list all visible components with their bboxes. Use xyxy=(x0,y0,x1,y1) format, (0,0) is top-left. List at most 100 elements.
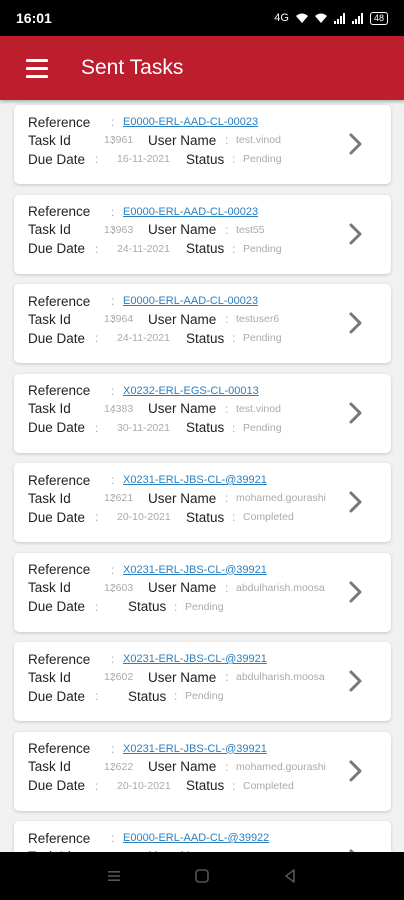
due-date-label: Due Date xyxy=(28,330,86,346)
chevron-right-icon[interactable] xyxy=(347,311,365,335)
task-card[interactable]: Reference: E0000-ERL-AAD-CL-00023 Task Id:… xyxy=(14,194,391,274)
colon: : xyxy=(232,778,236,793)
reference-link[interactable]: X0231-ERL-JBS-CL-@39921 xyxy=(123,564,267,576)
colon: : xyxy=(111,383,115,398)
task-list[interactable]: Reference: E0000-ERL-AAD-CL-00023 Task Id:… xyxy=(0,100,404,852)
colon: : xyxy=(225,759,229,774)
colon: : xyxy=(111,294,115,308)
reference-label: Reference xyxy=(28,472,91,488)
due-date-label: Due Date xyxy=(28,778,86,793)
status-value: Pending xyxy=(243,242,282,255)
colon: : xyxy=(232,152,236,166)
task-card[interactable]: Reference: E0000-ERL-AAD-CL-00023 Task Id:… xyxy=(14,284,391,363)
task-card[interactable]: Reference: X0232-ERL-EGS-CL-00013 Task Id:… xyxy=(14,373,391,453)
user-name-label: User Name xyxy=(148,311,217,327)
due-date-value: 24-11-2021 xyxy=(117,242,170,255)
signal-icon-2 xyxy=(351,12,363,24)
colon: : xyxy=(225,133,229,147)
task-card[interactable]: Reference: X0231-ERL-JBS-CL-@39921 Task Id… xyxy=(14,463,391,542)
status-value: Pending xyxy=(185,690,224,702)
user-name-value: mohamed.gourashi xyxy=(236,492,326,504)
signal-icon xyxy=(333,12,345,24)
status-label: Status xyxy=(186,151,225,167)
task-id-value: 12622 xyxy=(104,760,134,773)
due-date-label: Due Date xyxy=(28,509,86,525)
reference-link[interactable]: X0231-ERL-JBS-CL-@39921 xyxy=(123,743,267,755)
task-id-label: Task Id xyxy=(28,580,71,595)
hamburger-icon[interactable] xyxy=(10,36,64,100)
due-date-label: Due Date xyxy=(28,241,86,256)
reference-label: Reference xyxy=(28,114,91,130)
task-id-label: Task Id xyxy=(28,669,71,685)
colon: : xyxy=(111,652,115,666)
colon: : xyxy=(225,222,229,237)
reference-link[interactable]: X0231-ERL-JBS-CL-@39921 xyxy=(123,474,267,486)
user-name-value: abdulharish.moosa xyxy=(236,671,325,683)
task-id-value: 12621 xyxy=(104,492,134,504)
task-id-value: 13963 xyxy=(104,223,134,236)
task-id-label: Task Id xyxy=(28,401,71,416)
colon: : xyxy=(225,491,229,505)
colon: : xyxy=(95,599,99,614)
recents-icon[interactable] xyxy=(102,864,126,888)
colon: : xyxy=(174,689,178,703)
chevron-right-icon[interactable] xyxy=(347,669,365,693)
home-icon[interactable] xyxy=(190,864,214,888)
user-name-value: test.vinod xyxy=(236,402,281,415)
user-name-label: User Name xyxy=(148,401,217,416)
user-name-value: test.vinod xyxy=(236,134,281,146)
colon: : xyxy=(95,420,99,435)
reference-link[interactable]: X0232-ERL-EGS-CL-00013 xyxy=(123,385,259,397)
reference-link[interactable]: E0000-ERL-AAD-CL-00023 xyxy=(123,116,258,128)
chevron-right-icon[interactable] xyxy=(347,401,365,425)
colon: : xyxy=(174,599,178,614)
task-id-value: 14383 xyxy=(104,402,134,415)
reference-link[interactable]: E0000-ERL-AAD-CL-00023 xyxy=(123,206,258,218)
user-name-value: mohamed.gourashi xyxy=(236,760,326,773)
due-date-value: 30-11-2021 xyxy=(117,421,170,434)
task-id-value: 12603 xyxy=(104,581,134,594)
task-card[interactable]: Reference: X0231-ERL-JBS-CL-@39921 Task Id… xyxy=(14,731,391,811)
chevron-right-icon[interactable] xyxy=(347,759,365,783)
chevron-right-icon[interactable] xyxy=(347,580,365,604)
back-icon[interactable] xyxy=(278,864,302,888)
task-card[interactable]: Reference:E0000-ERL-AAD-CL-@39922Task Id… xyxy=(14,821,391,852)
colon: : xyxy=(232,331,236,345)
colon: : xyxy=(95,331,99,345)
reference-label: Reference xyxy=(28,830,91,846)
task-card[interactable]: Reference: E0000-ERL-AAD-CL-00023 Task Id:… xyxy=(14,105,391,184)
user-name-value: testuser6 xyxy=(236,313,280,325)
task-card[interactable]: Reference: X0231-ERL-JBS-CL-@39921 Task Id… xyxy=(14,642,391,721)
colon: : xyxy=(95,152,99,166)
user-name-value: abdulharish.moosa xyxy=(236,581,325,594)
chevron-right-icon[interactable] xyxy=(347,132,365,156)
reference-label: Reference xyxy=(28,383,91,398)
chevron-right-icon[interactable] xyxy=(347,490,365,514)
reference-link[interactable]: E0000-ERL-AAD-CL-@39922 xyxy=(123,832,269,844)
status-icons: 4G 48 xyxy=(274,11,388,25)
colon: : xyxy=(225,401,229,416)
reference-label: Reference xyxy=(28,204,91,219)
due-date-label: Due Date xyxy=(28,151,86,167)
task-card[interactable]: Reference: X0231-ERL-JBS-CL-@39921 Task Id… xyxy=(14,552,391,632)
task-id-value: 13961 xyxy=(104,134,134,146)
chevron-right-icon[interactable] xyxy=(347,222,365,246)
reference-link[interactable]: E0000-ERL-AAD-CL-00023 xyxy=(123,295,258,307)
task-id-label: Task Id xyxy=(28,132,71,148)
status-value: Pending xyxy=(243,153,282,165)
wifi-call-icon xyxy=(314,13,327,23)
user-name-label: User Name xyxy=(148,490,217,506)
status-label: Status xyxy=(186,778,225,793)
colon: : xyxy=(95,241,99,256)
user-name-label: User Name xyxy=(148,759,217,774)
app-bar: Sent Tasks xyxy=(0,36,404,100)
reference-link[interactable]: X0231-ERL-JBS-CL-@39921 xyxy=(123,653,267,665)
status-value: Pending xyxy=(243,332,282,344)
colon: : xyxy=(95,510,99,524)
due-date-value: 16-11-2021 xyxy=(117,153,170,165)
reference-label: Reference xyxy=(28,293,91,309)
task-id-value: 12602 xyxy=(104,671,134,683)
status-label: Status xyxy=(128,599,167,614)
colon: : xyxy=(225,670,229,684)
user-name-label: User Name xyxy=(148,580,217,595)
